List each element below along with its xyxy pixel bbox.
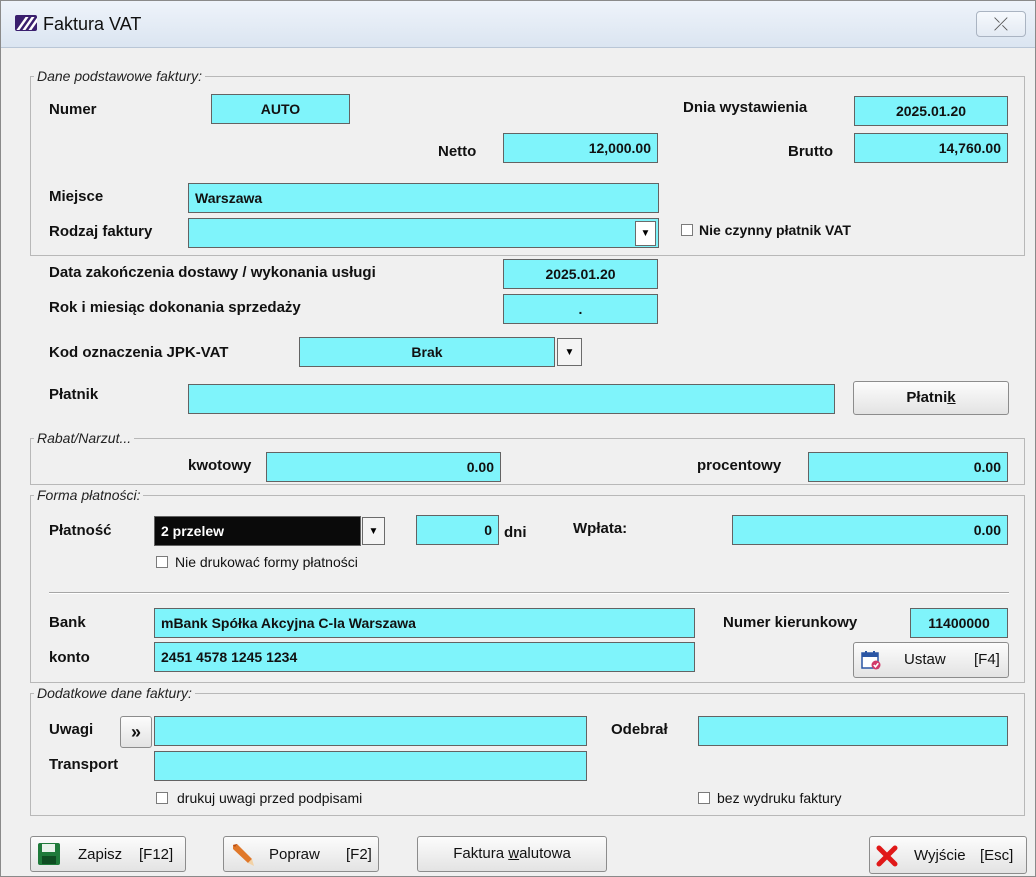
nie-czynny-platnik-checkbox[interactable] [681,224,693,236]
odebral-label: Odebrał [611,721,668,738]
ustaw-button[interactable]: Ustaw [F4] [853,642,1009,678]
brutto-label: Brutto [788,143,833,160]
nie-drukowac-label: Nie drukować formy płatności [175,554,358,570]
close-button[interactable]: ⤫ [976,11,1026,37]
popraw-label: Popraw [269,846,320,863]
data-zakonczenia-label: Data zakończenia dostawy / wykonania usł… [49,264,376,281]
dnia-wystawienia-field[interactable]: 2025.01.20 [854,96,1008,126]
window-title: Faktura VAT [43,14,142,34]
dropdown-arrow-icon: ▼ [640,228,651,239]
floppy-disk-icon [37,842,61,866]
uwagi-field[interactable] [154,716,587,746]
brutto-field[interactable]: 14,760.00 [854,133,1008,163]
procentowy-field[interactable]: 0.00 [808,452,1008,482]
platnosc-select[interactable]: 2 przelew [154,516,361,546]
miejsce-label: Miejsce [49,188,104,205]
forma-platnosci-legend: Forma płatności: [34,487,144,503]
calendar-icon [861,650,881,670]
drukuj-uwagi-label: drukuj uwagi przed podpisami [177,790,363,806]
bank-label: Bank [49,614,86,631]
uwagi-expand-button[interactable]: » [120,716,152,748]
rodzaj-faktury-dropdown-arrow[interactable]: ▼ [635,221,656,246]
kwotowy-label: kwotowy [188,457,252,474]
procentowy-label: procentowy [697,457,782,474]
kwotowy-field[interactable]: 0.00 [266,452,501,482]
bez-wydruku-checkbox[interactable] [698,792,710,804]
platnosc-dropdown-arrow[interactable]: ▼ [362,517,385,545]
dnia-wystawienia-label: Dnia wystawienia [683,99,808,116]
data-zakonczenia-field[interactable]: 2025.01.20 [503,259,658,289]
app-logo-icon [15,15,37,31]
ustaw-shortcut: [F4] [974,651,1000,668]
netto-field[interactable]: 12,000.00 [503,133,658,163]
dni-label: dni [504,524,527,541]
platnik-field[interactable] [188,384,835,414]
wplata-field[interactable]: 0.00 [732,515,1008,545]
platnik-label: Płatnik [49,386,99,403]
transport-label: Transport [49,756,119,773]
close-icon: ⤫ [993,14,1009,34]
popraw-shortcut: [F2] [346,846,372,863]
numer-kierunkowy-field[interactable]: 11400000 [910,608,1008,638]
rabat-legend: Rabat/Narzut... [34,430,135,446]
rodzaj-faktury-select[interactable] [188,218,659,248]
jpk-vat-dropdown-arrow[interactable]: ▼ [557,338,582,366]
miejsce-field[interactable]: Warszawa [188,183,659,213]
ustaw-label: Ustaw [904,651,946,668]
dropdown-arrow-icon: ▼ [564,347,575,358]
wyjscie-shortcut: [Esc] [980,847,1014,864]
zapisz-button[interactable]: Zapisz [F12] [30,836,186,872]
red-x-icon [875,844,899,868]
odebral-field[interactable] [698,716,1008,746]
numer-label: Numer [49,101,97,118]
title-bar: Faktura VAT ⤫ [1,1,1035,48]
jpk-vat-label: Kod oznaczenia JPK-VAT [49,344,229,361]
faktura-vat-window: Faktura VAT ⤫ Dane podstawowe faktury: N… [0,0,1036,877]
bez-wydruku-label: bez wydruku faktury [717,790,842,806]
dni-field[interactable]: 0 [416,515,499,545]
numer-field[interactable]: AUTO [211,94,350,124]
wplata-label: Wpłata: [573,520,628,537]
transport-field[interactable] [154,751,587,781]
dropdown-arrow-icon: ▼ [368,526,379,537]
uwagi-label: Uwagi [49,721,94,738]
bank-field[interactable]: mBank Spółka Akcyjna C-la Warszawa [154,608,695,638]
dodatkowe-legend: Dodatkowe dane faktury: [34,685,195,701]
zapisz-label: Zapisz [78,846,123,863]
jpk-vat-select[interactable]: Brak [299,337,555,367]
konto-field[interactable]: 2451 4578 1245 1234 [154,642,695,672]
nie-czynny-platnik-label: Nie czynny płatnik VAT [699,222,851,238]
zapisz-shortcut: [F12] [139,846,174,863]
nie-drukowac-checkbox[interactable] [156,556,168,568]
platnik-button[interactable]: Płatnik [853,381,1009,415]
faktura-walutowa-button[interactable]: Faktura walutowa [417,836,607,872]
wyjscie-label: Wyjście [914,847,966,864]
konto-label: konto [49,649,90,666]
wyjscie-button[interactable]: Wyjście [Esc] [869,836,1027,874]
netto-label: Netto [438,143,477,160]
pencil-icon [230,842,256,868]
rodzaj-faktury-label: Rodzaj faktury [49,223,153,240]
rok-miesiac-label: Rok i miesiąc dokonania sprzedaży [49,299,301,316]
numer-kierunkowy-label: Numer kierunkowy [723,614,858,631]
separator-line [49,592,1009,594]
rok-miesiac-field[interactable]: . [503,294,658,324]
dane-podstawowe-legend: Dane podstawowe faktury: [34,68,205,84]
platnosc-label: Płatność [49,522,112,539]
drukuj-uwagi-checkbox[interactable] [156,792,168,804]
popraw-button[interactable]: Popraw [F2] [223,836,379,872]
